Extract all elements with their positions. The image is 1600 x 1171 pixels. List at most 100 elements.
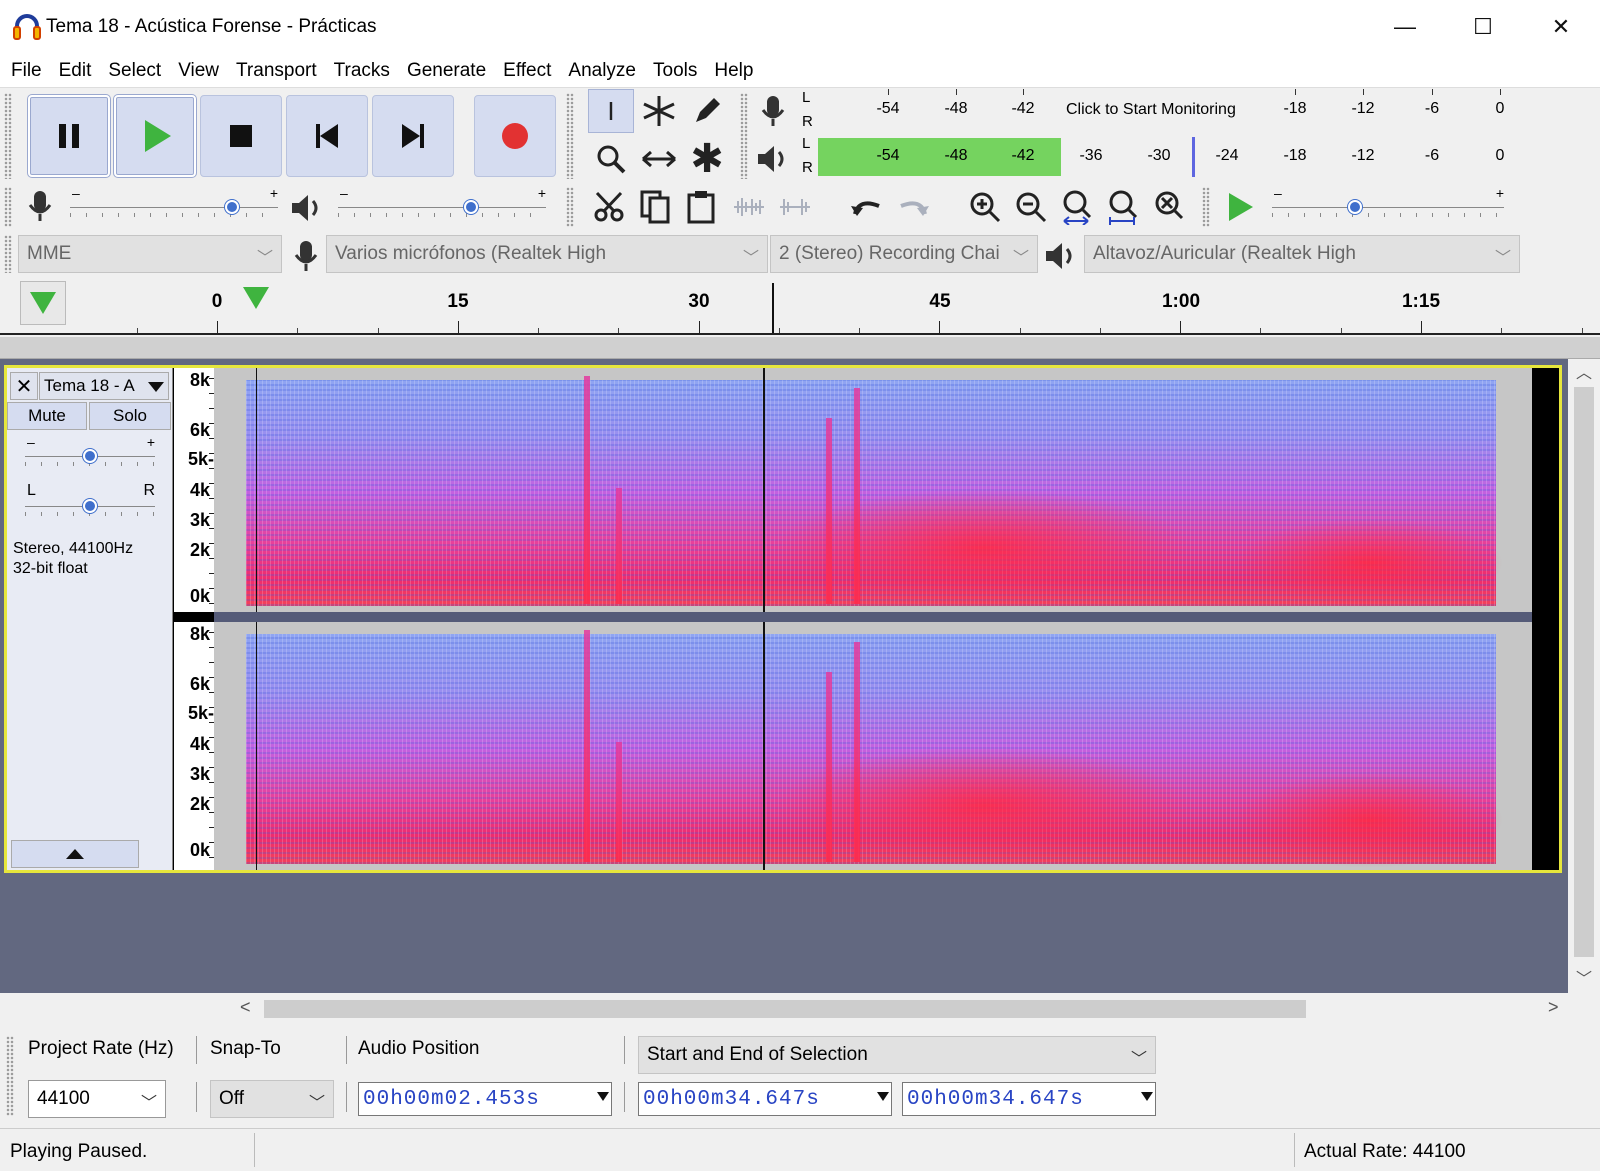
selection-end-field[interactable]: 00h00m34.647s [902,1082,1156,1116]
slider-thumb[interactable] [464,200,478,214]
menu-tracks[interactable]: Tracks [325,60,398,82]
edit-toolbar-grip[interactable] [566,187,574,227]
skip-to-end-button[interactable] [372,95,454,177]
tools-toolbar-grip[interactable] [566,93,574,179]
recording-device-select[interactable]: Varios micrófonos (Realtek High ﹀ [326,235,768,273]
mute-button[interactable]: Mute [7,402,87,430]
playback-meter[interactable]: -54 -48 -42 -36 -30 -24 -18 -12 -6 0 [818,135,1518,179]
trim-audio-button[interactable] [726,185,772,229]
solo-button[interactable]: Solo [89,402,171,430]
frequency-ruler-left[interactable]: 8k 6k 5k- 4k 3k 2k 0k [174,368,214,612]
menu-help[interactable]: Help [705,60,761,82]
pause-button[interactable] [28,95,110,177]
stop-button[interactable] [200,95,282,177]
collapse-track-button[interactable] [11,840,139,868]
time-format-dropdown-icon[interactable] [877,1092,889,1101]
play-at-speed-button[interactable] [1216,185,1262,229]
silence-audio-button[interactable] [772,185,818,229]
minimize-button[interactable]: — [1366,0,1444,54]
slider-thumb[interactable] [83,449,97,463]
close-window-button[interactable]: ✕ [1522,0,1600,54]
undo-button[interactable] [844,185,890,229]
timeline-ruler[interactable]: 0 15 30 45 1:00 1:15 [0,281,1600,335]
menu-analyze[interactable]: Analyze [559,60,644,82]
menu-edit[interactable]: Edit [50,60,100,82]
spectrogram-left-channel[interactable] [214,368,1532,612]
play-head-marker-icon[interactable] [243,287,269,309]
scroll-right-arrow-icon[interactable]: > [1548,997,1559,1018]
device-toolbar-grip[interactable] [4,235,12,273]
redo-button[interactable] [890,185,936,229]
selection-start-field[interactable]: 00h00m34.647s [638,1082,892,1116]
menu-select[interactable]: Select [99,60,169,82]
menu-view[interactable]: View [169,60,227,82]
audio-position-field[interactable]: 00h00m02.453s [358,1082,612,1116]
playback-device-select[interactable]: Altavoz/Auricular (Realtek High ﹀ [1084,235,1520,273]
record-volume-slider[interactable]: – + [70,185,278,219]
vertical-scroll-thumb[interactable] [1574,387,1594,957]
track-close-button[interactable]: ✕ [10,372,38,400]
draw-tool[interactable] [684,89,730,133]
play-speed-slider[interactable]: – + [1272,185,1504,219]
project-rate-select[interactable]: 44100 ﹀ [28,1080,166,1118]
scroll-down-arrow-icon[interactable]: ﹀ [1568,965,1600,989]
fit-selection-button[interactable] [1054,185,1100,229]
scroll-up-arrow-icon[interactable]: ︿ [1568,359,1600,383]
channel-separator[interactable] [214,612,1532,622]
fit-project-button[interactable] [1100,185,1146,229]
selection-mode-select[interactable]: Start and End of Selection ﹀ [638,1036,1156,1074]
cut-button[interactable] [586,185,632,229]
multi-tool[interactable]: ✱ [684,137,730,181]
menu-transport[interactable]: Transport [227,60,325,82]
record-meter-button[interactable] [750,89,796,133]
menu-generate[interactable]: Generate [398,60,494,82]
zoom-in-button[interactable] [962,185,1008,229]
spectrogram-right-channel[interactable] [214,622,1532,870]
slider-thumb[interactable] [225,200,239,214]
paste-button[interactable] [678,185,724,229]
track-area[interactable]: ✕ Tema 18 - A Mute Solo – + LR Stereo, 44… [0,359,1568,993]
click-to-start-monitoring[interactable]: Click to Start Monitoring [1062,101,1240,119]
slider-thumb[interactable] [83,499,97,513]
play-at-speed-grip[interactable] [1202,187,1210,227]
recording-channels-select[interactable]: 2 (Stereo) Recording Chai ﹀ [770,235,1038,273]
frequency-ruler-right[interactable]: 8k 6k 5k- 4k 3k 2k 0k [174,622,214,870]
meter-toolbar-grip[interactable] [740,93,748,179]
zoom-toggle-button[interactable] [1146,185,1192,229]
track-menu-button[interactable]: Tema 18 - A [39,372,169,400]
horizontal-scroll-thumb[interactable] [264,1000,1306,1018]
time-format-dropdown-icon[interactable] [1141,1092,1153,1101]
scrub-bar[interactable] [0,337,1600,359]
audio-host-select[interactable]: MME ﹀ [18,235,282,273]
zoom-tool[interactable] [588,137,634,181]
transport-toolbar-grip[interactable] [4,93,12,179]
selection-toolbar-grip[interactable] [6,1036,14,1116]
envelope-tool[interactable] [636,89,682,133]
audio-track[interactable]: ✕ Tema 18 - A Mute Solo – + LR Stereo, 44… [4,365,1562,873]
skip-to-start-button[interactable] [286,95,368,177]
snap-to-select[interactable]: Off ﹀ [210,1080,334,1118]
track-gain-slider[interactable]: – + [25,434,155,468]
record-meter[interactable]: -54 -48 -42 Click to Start Monitoring -1… [818,89,1518,133]
zoom-out-button[interactable] [1008,185,1054,229]
menu-effect[interactable]: Effect [494,60,559,82]
track-pan-slider[interactable]: LR [25,482,155,518]
menu-tools[interactable]: Tools [644,60,705,82]
time-shift-tool[interactable] [636,137,682,181]
time-format-dropdown-icon[interactable] [597,1092,609,1101]
playback-volume-slider[interactable]: – + [338,185,546,219]
mixer-toolbar-grip[interactable] [4,187,12,227]
copy-button[interactable] [632,185,678,229]
maximize-button[interactable]: ☐ [1444,0,1522,54]
timeline-options-button[interactable] [20,281,66,325]
vertical-scrollbar[interactable]: ︿ ﹀ [1568,359,1600,993]
play-button[interactable] [114,95,196,177]
playback-meter-button[interactable] [750,137,796,181]
selection-tool[interactable]: I [588,89,634,133]
scroll-left-arrow-icon[interactable]: < [240,997,251,1018]
slider-thumb[interactable] [1348,200,1362,214]
menu-file[interactable]: File [2,60,50,82]
record-button[interactable] [474,95,556,177]
playback-meter-tick: -12 [1351,147,1375,164]
horizontal-scrollbar[interactable]: < > [236,995,1566,1023]
